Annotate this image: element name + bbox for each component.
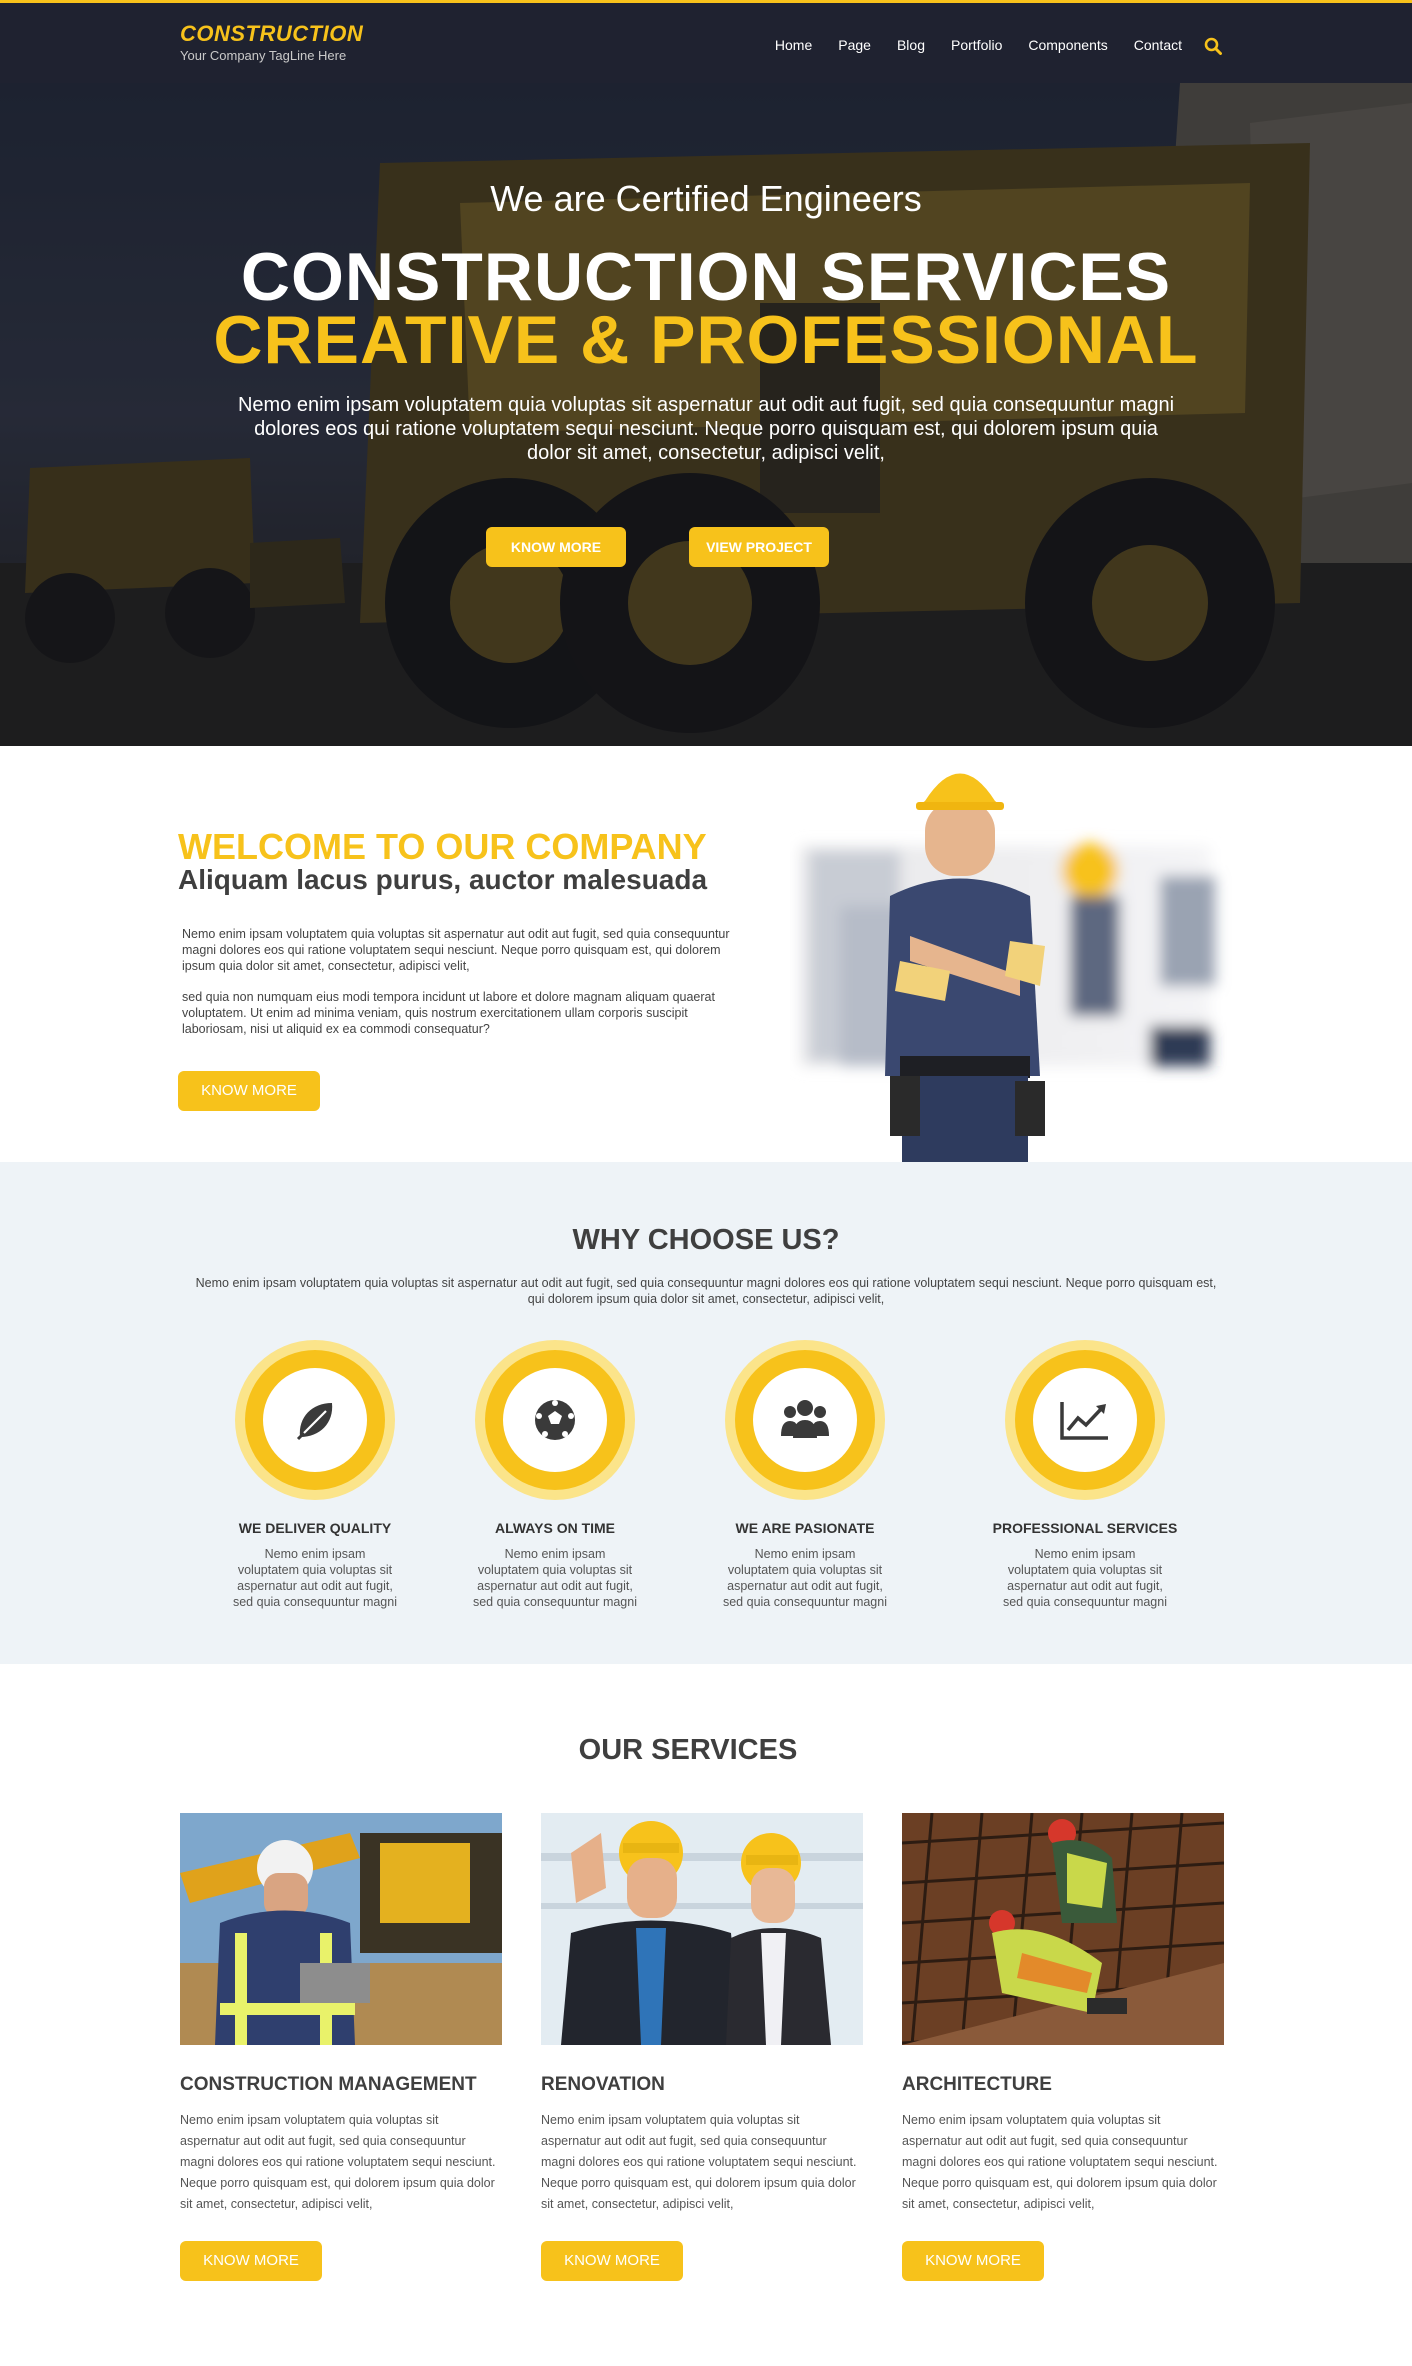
feature-text: Nemo enim ipsam voluptatem quia voluptas… — [472, 1547, 637, 1609]
feature-passionate: WE ARE PASIONATE Nemo enim ipsam volupta… — [690, 1340, 920, 1610]
welcome-subtitle: Aliquam lacus purus, auctor malesuada — [178, 864, 708, 895]
feature-circle-ring — [1015, 1350, 1155, 1490]
service-know-more-button[interactable]: KNOW MORE — [541, 2241, 683, 2281]
our-services-section: OUR SERVICES CONSTRUCTION MANAGEMENT Nem… — [0, 1664, 1412, 2366]
feature-text: Nemo enim ipsam voluptatem quia voluptas… — [232, 1547, 397, 1609]
welcome-know-more-button[interactable]: KNOW MORE — [178, 1071, 320, 1111]
service-card-renovation: RENOVATION Nemo enim ipsam voluptatem qu… — [541, 1813, 865, 2281]
feature-title: WE DELIVER QUALITY — [238, 1520, 392, 1536]
logo-tagline: Your Company TagLine Here — [180, 48, 347, 63]
service-know-more-button[interactable]: KNOW MORE — [902, 2241, 1044, 2281]
welcome-section: WELCOME TO OUR COMPANY Aliquam lacus pur… — [0, 746, 1412, 1162]
nav-item-page[interactable]: Page — [838, 37, 871, 53]
feature-circle-ring — [485, 1350, 625, 1490]
feature-circle-ring — [735, 1350, 875, 1490]
feature-title: ALWAYS ON TIME — [494, 1520, 616, 1536]
service-card-architecture: ARCHITECTURE Nemo enim ipsam voluptatem … — [901, 1812, 1226, 2281]
hero-description: Nemo enim ipsam voluptatem quia voluptas… — [237, 394, 1175, 464]
feature-circle — [725, 1340, 885, 1500]
hero-title-line2: CREATIVE & PROFESSIONAL — [213, 302, 1199, 378]
feature-title: WE ARE PASIONATE — [735, 1520, 875, 1536]
welcome-title: WELCOME TO OUR COMPANY — [178, 826, 707, 867]
nav-item-components[interactable]: Components — [1028, 37, 1107, 53]
hero-view-project-button[interactable]: VIEW PROJECT — [689, 527, 829, 567]
welcome-paragraph-2: sed quia non numquam eius modi tempora i… — [182, 990, 715, 1036]
service-image-construction-management — [180, 1813, 502, 2045]
feature-on-time: ALWAYS ON TIME Nemo enim ipsam voluptate… — [440, 1340, 670, 1610]
feature-text: Nemo enim ipsam voluptatem quia voluptas… — [722, 1547, 887, 1609]
services-title: OUR SERVICES — [578, 1734, 798, 1766]
hero-banner: We are Certified Engineers CONSTRUCTION … — [0, 83, 1412, 746]
feature-circle-ring — [245, 1350, 385, 1490]
soccer-ball-icon — [535, 1400, 575, 1440]
service-image-renovation — [541, 1813, 863, 2045]
service-image-architecture — [901, 1812, 1225, 2046]
service-title: CONSTRUCTION MANAGEMENT — [180, 2074, 477, 2095]
hero-know-more-button[interactable]: KNOW MORE — [486, 527, 626, 567]
feature-circle-center — [753, 1368, 857, 1472]
nav-item-contact[interactable]: Contact — [1134, 37, 1182, 53]
service-text: Nemo enim ipsam voluptatem quia voluptas… — [541, 2113, 857, 2211]
why-title: WHY CHOOSE US? — [572, 1224, 840, 1256]
logo-title: CONSTRUCTION — [180, 21, 364, 46]
main-nav: Home Page Blog Portfolio Components Cont… — [749, 36, 1222, 55]
service-card-construction-management: CONSTRUCTION MANAGEMENT Nemo enim ipsam … — [180, 1813, 504, 2281]
site-logo[interactable]: CONSTRUCTION Your Company TagLine Here — [180, 21, 363, 63]
service-text: Nemo enim ipsam voluptatem quia voluptas… — [180, 2113, 496, 2211]
feature-title: PROFESSIONAL SERVICES — [992, 1520, 1178, 1536]
users-group-icon — [781, 1400, 829, 1438]
feature-circle — [1005, 1340, 1165, 1500]
welcome-paragraph-1: Nemo enim ipsam voluptatem quia voluptas… — [182, 927, 730, 973]
feature-circle-center — [1033, 1368, 1137, 1472]
feature-circle — [235, 1340, 395, 1500]
feature-circle-center — [263, 1368, 367, 1472]
feature-quality: WE DELIVER QUALITY Nemo enim ipsam volup… — [200, 1340, 430, 1610]
service-know-more-button[interactable]: KNOW MORE — [180, 2241, 322, 2281]
why-choose-us-section: WHY CHOOSE US? Nemo enim ipsam voluptate… — [0, 1162, 1412, 1664]
service-title: ARCHITECTURE — [902, 2074, 1052, 2095]
nav-item-portfolio[interactable]: Portfolio — [951, 37, 1002, 53]
search-icon[interactable] — [1204, 37, 1222, 55]
worker-photo — [800, 773, 1215, 1162]
feature-circle — [475, 1340, 635, 1500]
service-title: RENOVATION — [541, 2074, 665, 2095]
feature-text: Nemo enim ipsam voluptatem quia voluptas… — [1002, 1547, 1167, 1609]
nav-item-blog[interactable]: Blog — [897, 37, 925, 53]
chart-trend-icon — [1060, 1402, 1108, 1440]
hero-subtitle: We are Certified Engineers — [490, 178, 922, 219]
service-text: Nemo enim ipsam voluptatem quia voluptas… — [902, 2113, 1218, 2211]
feature-professional: PROFESSIONAL SERVICES Nemo enim ipsam vo… — [970, 1340, 1200, 1610]
feature-circle-center — [503, 1368, 607, 1472]
why-description: Nemo enim ipsam voluptatem quia voluptas… — [195, 1276, 1217, 1306]
top-navigation-bar: CONSTRUCTION Your Company TagLine Here H… — [0, 0, 1412, 83]
nav-item-home[interactable]: Home — [775, 37, 812, 53]
leaf-icon — [296, 1403, 333, 1441]
